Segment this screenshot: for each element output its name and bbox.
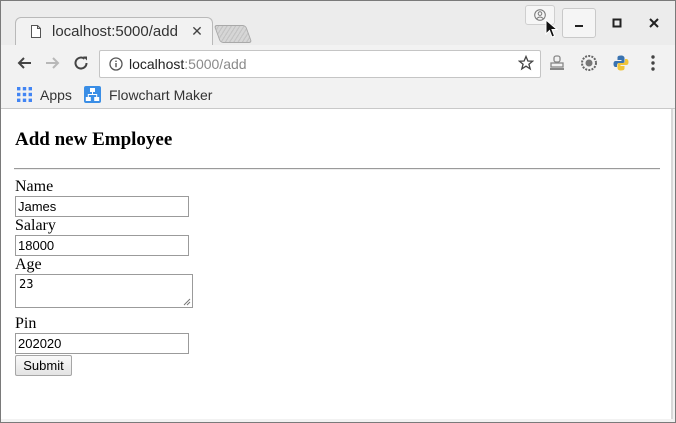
pin-input[interactable]: 202020	[15, 333, 189, 354]
flowchart-maker-icon	[84, 86, 101, 103]
bookmark-flowchart-maker[interactable]: Flowchart Maker	[84, 85, 212, 104]
info-icon	[109, 57, 123, 71]
mouse-cursor-icon	[545, 19, 559, 38]
page-icon	[31, 24, 41, 38]
forward-button[interactable]	[42, 52, 64, 74]
browser-menu-icon[interactable]	[645, 54, 661, 72]
tab-title: localhost:5000/add	[52, 22, 178, 40]
age-textarea[interactable]: 23	[15, 274, 193, 308]
salary-label: Salary	[15, 217, 56, 234]
bookmark-label: Apps	[40, 86, 72, 103]
salary-input[interactable]: 18000	[15, 235, 189, 256]
bookmarks-bar: Apps Flowchart Maker	[1, 81, 675, 109]
tab-strip: localhost:5000/add ✕	[1, 1, 675, 46]
settings-extension-icon[interactable]	[580, 54, 598, 72]
apps-grid-icon	[17, 87, 32, 102]
close-icon	[649, 18, 659, 28]
bookmark-star-icon[interactable]	[518, 55, 534, 71]
address-bar[interactable]: localhost:5000/add	[99, 50, 541, 78]
minimize-button[interactable]	[562, 8, 596, 38]
maximize-button[interactable]	[602, 9, 632, 37]
close-window-button[interactable]	[639, 9, 669, 37]
forward-arrow-icon	[46, 57, 60, 69]
active-tab-content[interactable]: localhost:5000/add ✕	[15, 17, 211, 45]
tab-close-icon[interactable]: ✕	[190, 23, 204, 40]
age-label: Age	[15, 256, 42, 273]
divider	[14, 168, 660, 170]
page-content: Add new Employee Name James Salary 18000…	[1, 109, 673, 419]
python-extension-icon[interactable]	[612, 54, 630, 72]
age-value: 23	[19, 277, 34, 291]
page-title: Add new Employee	[15, 129, 173, 150]
bookmark-label: Flowchart Maker	[109, 86, 213, 103]
new-tab-button[interactable]	[213, 25, 253, 43]
submit-button[interactable]: Submit	[15, 355, 72, 376]
url-host: localhost	[129, 56, 185, 72]
bookmark-apps[interactable]: Apps	[17, 85, 72, 104]
reload-icon	[74, 56, 88, 70]
pin-label: Pin	[15, 315, 37, 332]
resize-grip-icon[interactable]	[183, 298, 191, 306]
url-text: localhost:5000/add	[129, 56, 247, 72]
name-label: Name	[15, 178, 54, 195]
back-arrow-icon	[17, 57, 31, 69]
maximize-icon	[612, 18, 622, 28]
name-input[interactable]: James	[15, 196, 189, 217]
stamp-extension-icon[interactable]	[548, 54, 566, 72]
browser-toolbar: localhost:5000/add	[1, 45, 675, 81]
url-path: :5000/add	[184, 56, 247, 72]
back-button[interactable]	[13, 52, 35, 74]
minimize-icon	[575, 25, 583, 27]
browser-window: localhost:5000/add ✕ localhost:5000/add …	[0, 0, 676, 423]
reload-button[interactable]	[70, 52, 92, 74]
